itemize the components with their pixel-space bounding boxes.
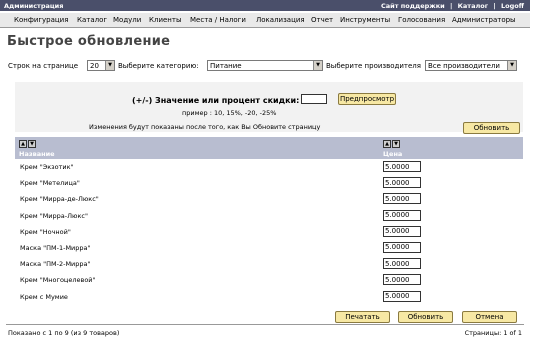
separator: | <box>449 2 453 10</box>
sort-up-icon[interactable]: ▲ <box>383 140 391 148</box>
price-input[interactable] <box>383 193 421 205</box>
discount-input[interactable] <box>301 94 327 104</box>
manufacturer-select[interactable]: Все производители ▼ <box>425 60 517 71</box>
discount-example: пример : 10, 15%, -20, -25% <box>182 109 277 117</box>
main-menu: Конфигурация Каталог Модули Клиенты Мест… <box>0 13 530 28</box>
admin-topbar: Администрация Сайт поддержки | Каталог |… <box>0 0 530 11</box>
chevron-down-icon: ▼ <box>105 61 114 70</box>
topbar-links: Сайт поддержки | Каталог | Logoff <box>381 2 524 10</box>
product-name: Крем "Многоцелевой" <box>20 276 96 285</box>
table-row: Крем "Мирра-Люкс" <box>15 208 523 224</box>
discount-note: Изменения будут показаны после того, как… <box>89 123 321 131</box>
price-input[interactable] <box>383 209 421 221</box>
price-input[interactable] <box>383 161 421 172</box>
update-button-top[interactable]: Обновить <box>463 122 520 134</box>
catalog-link[interactable]: Каталог <box>458 2 488 10</box>
chevron-down-icon: ▼ <box>507 61 516 70</box>
table-row: Маска "ПМ-2-Мирра" <box>15 256 523 272</box>
preview-button[interactable]: Предпросмотр <box>338 93 396 105</box>
price-input[interactable] <box>383 177 421 189</box>
menu-tools[interactable]: Инструменты <box>340 16 390 24</box>
category-label: Выберите категорию: <box>118 62 199 70</box>
price-sort-controls: ▲ ▼ <box>383 140 401 148</box>
logoff-link[interactable]: Logoff <box>501 2 524 10</box>
column-header-name: Название <box>19 150 55 158</box>
price-input[interactable] <box>383 274 421 286</box>
pagination-footer: Показано с 1 по 9 (из 9 товаров) Страниц… <box>6 324 524 339</box>
menu-customers[interactable]: Клиенты <box>149 16 181 24</box>
menu-polls[interactable]: Голосования <box>398 16 445 24</box>
support-link[interactable]: Сайт поддержки <box>381 2 445 10</box>
product-name: Крем "Ночной" <box>20 227 71 236</box>
manufacturer-label: Выберите производителя <box>326 62 421 70</box>
name-sort-controls: ▲ ▼ <box>19 140 37 148</box>
table-row: Крем "Многоцелевой" <box>15 272 523 288</box>
manufacturer-value: Все производители <box>428 62 500 70</box>
table-row: Маска "ПМ-1-Мирра" <box>15 240 523 256</box>
table-row: Крем с Мумие <box>15 289 523 305</box>
rows-per-page-label: Строк на странице <box>8 62 79 70</box>
sort-down-icon[interactable]: ▼ <box>28 140 36 148</box>
product-name: Крем "Мирра-Люкс" <box>20 211 88 220</box>
menu-localization[interactable]: Локализация <box>256 16 305 24</box>
discount-panel: (+/-) Значение или процент скидки: Предп… <box>15 82 523 134</box>
table-header: ▲ ▼ Название ▲ ▼ Цена <box>15 137 523 159</box>
product-name: Крем "Метелица" <box>20 179 80 188</box>
table-row: Крем "Мирра-де-Люкс" <box>15 191 523 207</box>
price-input[interactable] <box>383 290 421 302</box>
filters-row: Строк на странице 20 ▼ Выберите категори… <box>8 60 528 74</box>
table-row: Крем "Экзотик" <box>15 159 523 175</box>
results-count: Показано с 1 по 9 (из 9 товаров) <box>8 329 120 337</box>
category-select[interactable]: Питание ▼ <box>207 60 323 71</box>
page-indicator: Страницы: 1 of 1 <box>464 329 522 337</box>
cancel-button[interactable]: Отмена <box>462 311 517 323</box>
menu-catalog[interactable]: Каталог <box>77 16 107 24</box>
update-button[interactable]: Обновить <box>398 311 453 323</box>
rows-per-page-select[interactable]: 20 ▼ <box>87 60 115 71</box>
product-name: Крем "Экзотик" <box>20 163 74 171</box>
price-input[interactable] <box>383 241 421 253</box>
menu-modules[interactable]: Модули <box>113 16 141 24</box>
menu-administrators[interactable]: Администраторы <box>452 16 516 24</box>
product-name: Маска "ПМ-2-Мирра" <box>20 260 91 269</box>
menu-reports[interactable]: Отчет <box>311 16 333 24</box>
price-input[interactable] <box>383 258 421 270</box>
column-header-price: Цена <box>383 150 403 158</box>
menu-locations-taxes[interactable]: Места / Налоги <box>190 16 246 24</box>
price-input[interactable] <box>383 225 421 237</box>
product-name: Крем с Мумие <box>20 292 68 301</box>
sort-down-icon[interactable]: ▼ <box>392 140 400 148</box>
rows-per-page-value: 20 <box>90 62 99 70</box>
product-name: Крем "Мирра-де-Люкс" <box>20 195 99 204</box>
chevron-down-icon: ▼ <box>313 61 322 70</box>
admin-title: Администрация <box>4 2 64 10</box>
print-button[interactable]: Печатать <box>335 311 390 323</box>
page-title: Быстрое обновление <box>7 34 171 49</box>
sort-up-icon[interactable]: ▲ <box>19 140 27 148</box>
separator: | <box>493 2 496 10</box>
discount-label: (+/-) Значение или процент скидки: <box>132 96 300 105</box>
menu-configuration[interactable]: Конфигурация <box>14 16 68 24</box>
table-row: Крем "Метелица" <box>15 175 523 191</box>
products-table: Крем "Экзотик" Крем "Метелица" Крем "Мир… <box>15 159 523 305</box>
category-value: Питание <box>210 62 242 70</box>
product-name: Маска "ПМ-1-Мирра" <box>20 243 91 252</box>
table-row: Крем "Ночной" <box>15 224 523 240</box>
